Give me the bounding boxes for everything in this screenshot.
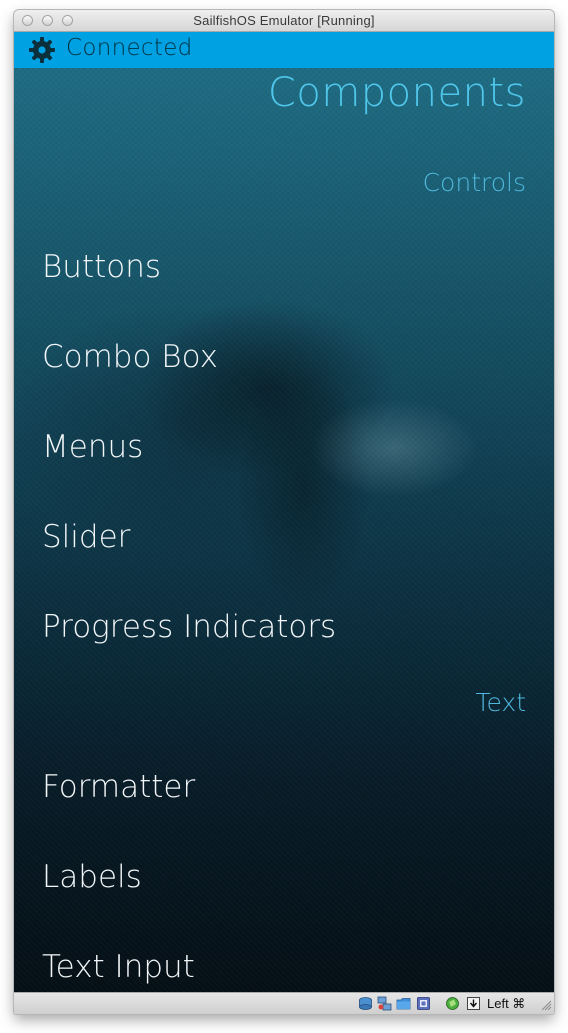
mouse-capture-icon[interactable] <box>466 996 481 1011</box>
resize-grip-icon[interactable] <box>541 1000 552 1011</box>
window-title: SailfishOS Emulator [Running] <box>193 13 375 28</box>
list-item-buttons[interactable]: Buttons <box>42 237 526 297</box>
list-item-text-input[interactable]: Text Input <box>42 937 526 992</box>
title-bar[interactable]: SailfishOS Emulator [Running] <box>14 10 554 32</box>
disk-icon[interactable] <box>358 996 373 1011</box>
network-icon[interactable] <box>377 996 392 1011</box>
cpu-icon[interactable] <box>445 996 460 1011</box>
list-item-menus[interactable]: Menus <box>42 417 526 477</box>
emulator-window: SailfishOS Emulator [Running] Connected … <box>14 10 554 1014</box>
host-key-label: Left ⌘ <box>487 996 526 1011</box>
list-item-formatter[interactable]: Formatter <box>42 757 526 817</box>
list-item-labels[interactable]: Labels <box>42 847 526 907</box>
emulator-status-bar: Left ⌘ <box>14 992 554 1014</box>
list-item-slider[interactable]: Slider <box>42 507 526 567</box>
folder-icon[interactable] <box>396 996 411 1011</box>
section-header-text: Text <box>475 688 526 717</box>
section-header-controls: Controls <box>422 168 526 197</box>
gear-icon <box>29 37 55 63</box>
display-icon[interactable] <box>416 996 431 1011</box>
connection-status: Connected <box>66 35 193 61</box>
device-screen[interactable]: Components Controls Buttons Combo Box Me… <box>14 68 554 992</box>
list-item-combo-box[interactable]: Combo Box <box>42 327 526 387</box>
status-bar: Connected <box>14 32 554 68</box>
page-title: Components <box>267 70 526 116</box>
list-item-progress-indicators[interactable]: Progress Indicators <box>42 597 526 657</box>
